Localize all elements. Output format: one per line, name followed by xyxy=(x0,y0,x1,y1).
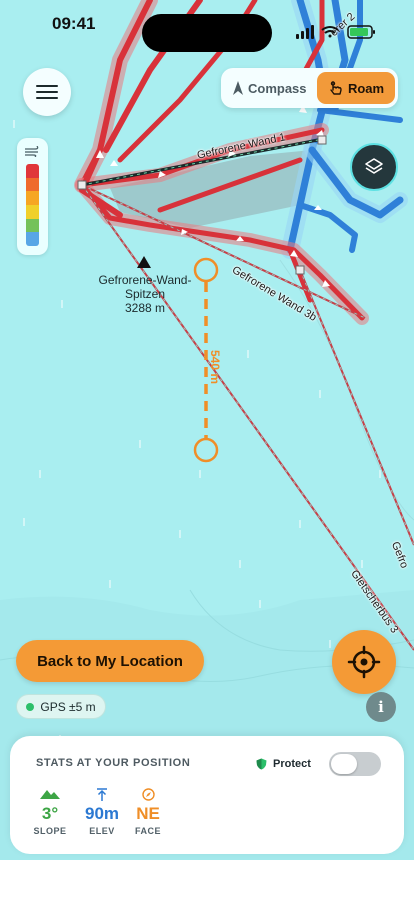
back-to-location-button[interactable]: Back to My Location xyxy=(16,640,204,682)
hand-pointer-icon xyxy=(330,80,342,95)
mode-compass-button[interactable]: Compass xyxy=(233,72,307,104)
wind-legend[interactable] xyxy=(17,138,48,255)
peak-elevation: 3288 m xyxy=(124,301,166,315)
menu-button[interactable] xyxy=(23,68,71,116)
peak-label: Gefrorene-Wand-Spitzen 3288 m xyxy=(98,273,192,315)
status-time: 09:41 xyxy=(52,14,96,33)
protect-control: Protect xyxy=(256,752,381,776)
face-label: FACE xyxy=(134,826,161,836)
protect-label: Protect xyxy=(273,758,311,770)
mountain-slope-icon xyxy=(40,790,60,799)
mode-compass-label: Compass xyxy=(248,80,307,96)
crosshair-icon xyxy=(347,645,381,679)
wind-icon xyxy=(25,146,39,157)
dynamic-island xyxy=(142,14,272,52)
peak-name: Gefrorene-Wand-Spitzen xyxy=(98,273,192,301)
status-icons xyxy=(296,24,378,45)
slope-label: SLOPE xyxy=(33,826,67,836)
shield-icon xyxy=(256,758,267,770)
layers-button[interactable] xyxy=(350,143,398,191)
stat-face: NE FACE xyxy=(128,788,168,836)
layers-icon xyxy=(365,158,383,174)
info-button[interactable]: i xyxy=(366,692,396,722)
map-screen: Gefrorene Wand 1 Gefrorene Wand 3b erer … xyxy=(0,0,414,900)
mode-toggle: Compass Roam xyxy=(221,68,398,108)
hamburger-icon xyxy=(36,85,58,99)
stats-title: STATS AT YOUR POSITION xyxy=(36,757,191,769)
elevation-label: ELEV xyxy=(89,826,115,836)
compass-arrow-icon xyxy=(233,81,243,95)
elevation-value: 90m xyxy=(84,804,120,823)
battery-icon xyxy=(347,25,375,39)
measurement-distance: 540 m xyxy=(208,350,222,385)
gps-accuracy-label: GPS ±5 m xyxy=(40,699,96,714)
mode-roam-button[interactable]: Roam xyxy=(317,72,395,104)
signal-icon xyxy=(296,25,314,39)
gps-status-dot xyxy=(26,702,35,711)
recenter-button[interactable] xyxy=(332,630,396,694)
stat-slope: 3° SLOPE xyxy=(30,788,70,836)
slope-value: 3° xyxy=(41,804,59,823)
gps-accuracy-badge: GPS ±5 m xyxy=(16,694,106,719)
bottom-sheet xyxy=(0,860,414,900)
stat-elevation: 90m ELEV xyxy=(80,788,124,836)
mode-roam-label: Roam xyxy=(347,80,385,96)
wind-color-scale xyxy=(26,164,39,246)
protect-toggle-knob xyxy=(330,754,357,774)
compass-icon xyxy=(141,788,155,801)
face-value: NE xyxy=(136,804,160,823)
wifi-icon xyxy=(321,26,339,38)
elevation-arrow-icon xyxy=(97,788,107,801)
stats-panel: STATS AT YOUR POSITION Protect 3° SLOPE xyxy=(10,736,404,854)
info-icon: i xyxy=(378,698,384,716)
protect-toggle[interactable] xyxy=(328,752,381,776)
